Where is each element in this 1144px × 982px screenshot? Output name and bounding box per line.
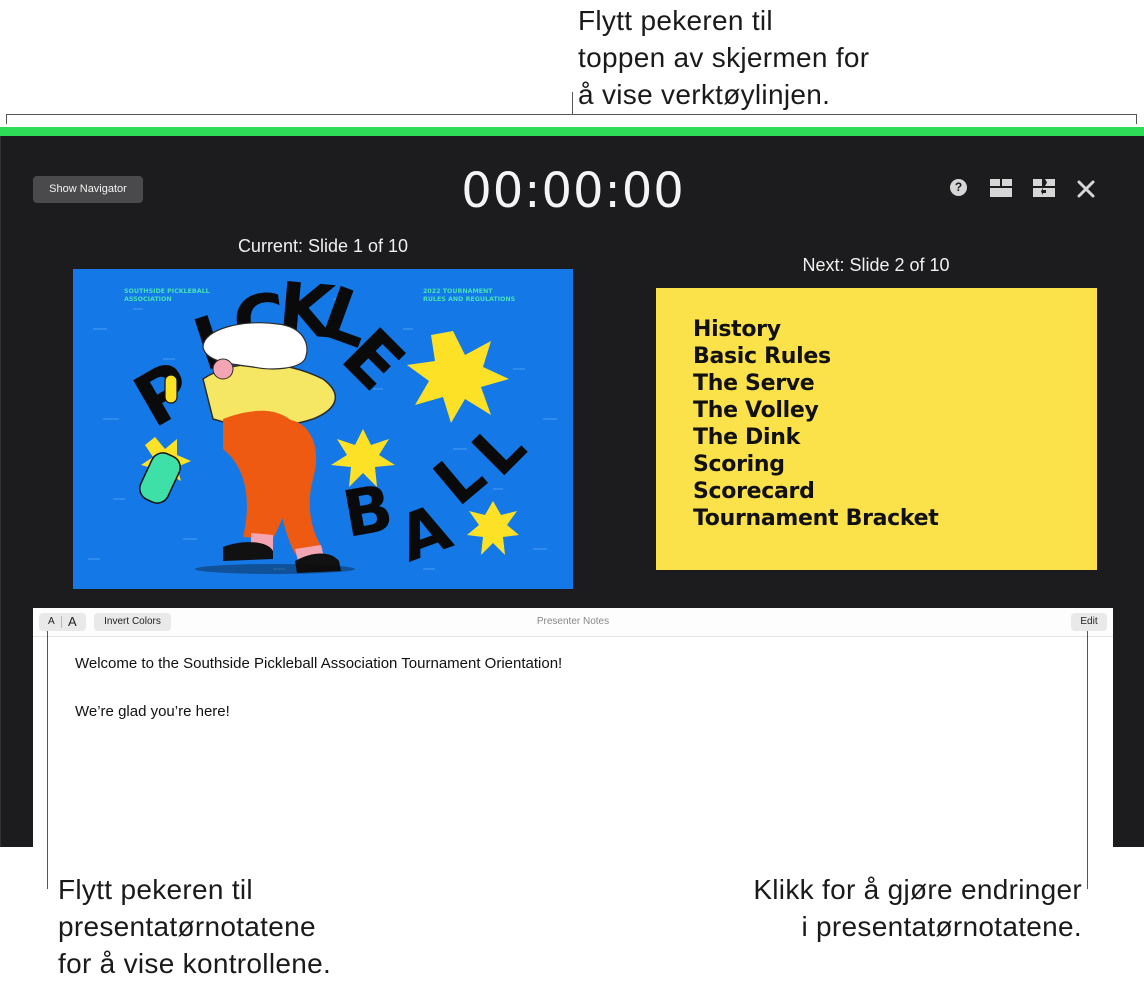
decrease-font-button[interactable]: A [48, 613, 55, 631]
agenda-list: History Basic Rules The Serve The Volley… [693, 316, 939, 532]
help-icon[interactable]: ? [950, 179, 967, 196]
association-line-2: ASSOCIATION [124, 296, 172, 303]
callout-line: for å vise kontrollene. [58, 948, 332, 979]
event-line-1: 2022 TOURNAMENT [423, 288, 493, 295]
notes-content[interactable]: Welcome to the Southside Pickleball Asso… [75, 652, 562, 748]
layout-icon[interactable] [990, 179, 1012, 202]
callout-line: presentatørnotatene [58, 911, 316, 942]
agenda-item: History [693, 317, 781, 342]
current-slide-label: Current: Slide 1 of 10 [237, 236, 409, 256]
edit-notes-button[interactable]: Edit [1071, 613, 1107, 631]
agenda-item: The Dink [693, 425, 800, 450]
notes-paragraph: We’re glad you’re here! [75, 703, 230, 720]
agenda-item: Scorecard [693, 479, 815, 504]
callout-line: Flytt pekeren til [58, 874, 253, 905]
divider [61, 616, 62, 628]
callout-line: i presentatørnotatene. [801, 911, 1082, 942]
presenter-notes-title: Presenter Notes [536, 616, 610, 627]
association-line-1: SOUTHSIDE PICKLEBALL [124, 288, 210, 295]
toolbar-reveal-zone[interactable] [0, 127, 1144, 136]
presenter-notes-panel: A A Invert Colors Presenter Notes Edit W… [33, 608, 1113, 847]
next-slide-label: Next: Slide 2 of 10 [802, 255, 950, 275]
callout-edit-notes: Klikk for å gjøre endringer i presentatø… [700, 871, 1082, 945]
switch-displays-icon[interactable] [1033, 179, 1055, 202]
invert-colors-button[interactable]: Invert Colors [94, 613, 171, 631]
close-icon[interactable] [1076, 179, 1096, 204]
font-size-control: A A [39, 613, 86, 631]
notes-controls-bar: A A Invert Colors Presenter Notes Edit [33, 608, 1113, 637]
agenda-item: Tournament Bracket [693, 506, 939, 531]
callout-toolbar: Flytt pekeren til toppen av skjermen for… [578, 2, 1098, 113]
next-slide: History Basic Rules The Serve The Volley… [656, 288, 1097, 570]
increase-font-button[interactable]: A [68, 613, 77, 631]
show-navigator-button[interactable]: Show Navigator [33, 176, 143, 203]
callout-line: toppen av skjermen for [578, 42, 870, 73]
agenda-item: Scoring [693, 452, 785, 477]
presenter-display: Show Navigator 00:00:00 ? Current: Slide… [0, 127, 1144, 847]
agenda-item: Basic Rules [693, 344, 831, 369]
elapsed-timer: 00:00:00 [461, 163, 685, 219]
notes-paragraph: Welcome to the Southside Pickleball Asso… [75, 655, 563, 672]
callout-bracket-right [1136, 114, 1137, 124]
callout-bracket-left [6, 114, 7, 124]
callout-line: Klikk for å gjøre endringer [753, 874, 1082, 905]
callout-line: å vise verktøylinjen. [578, 79, 831, 110]
callout-pointer-right [1087, 631, 1088, 889]
agenda-item: The Serve [693, 371, 815, 396]
callout-line: Flytt pekeren til [578, 5, 773, 36]
callout-pointer-left [47, 631, 48, 889]
callout-pointer [572, 92, 573, 114]
callout-bracket-horizontal [6, 114, 1137, 115]
current-slide: SOUTHSIDE PICKLEBALL ASSOCIATION 2022 TO… [73, 269, 573, 589]
callout-notes-controls: Flytt pekeren til presentatørnotatene fo… [58, 871, 478, 982]
event-line-2: RULES AND REGULATIONS [423, 296, 516, 303]
agenda-item: The Volley [693, 398, 819, 423]
